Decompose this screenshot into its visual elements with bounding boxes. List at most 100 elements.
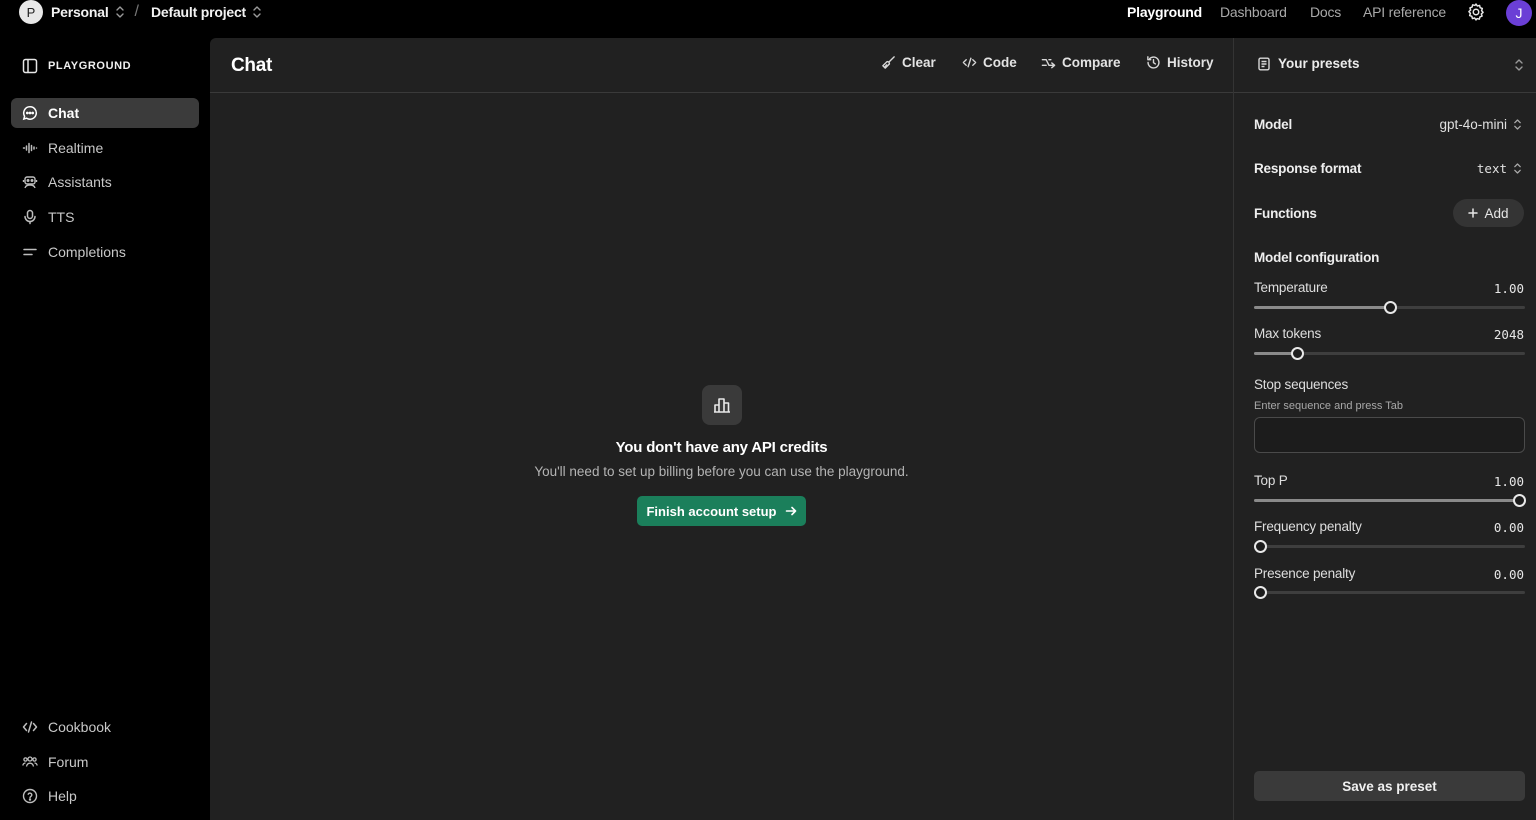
slider-thumb[interactable]: [1254, 586, 1267, 599]
response-format-label: Response format: [1254, 161, 1362, 176]
stop-sequences-hint: Enter sequence and press Tab: [1254, 400, 1404, 412]
presence-penalty-slider[interactable]: [1254, 586, 1525, 599]
sidebar-item-label: Assistants: [48, 174, 112, 190]
sidebar-item-completions[interactable]: Completions: [11, 237, 199, 267]
max-tokens-slider[interactable]: [1254, 347, 1525, 360]
history-icon: [1146, 55, 1161, 70]
sidebar-toggle-icon[interactable]: [22, 58, 38, 74]
page-title: Chat: [231, 55, 273, 76]
save-as-preset-button[interactable]: Save as preset: [1254, 771, 1525, 801]
sidebar-item-label: Cookbook: [48, 719, 112, 735]
sidebar-item-label: TTS: [48, 209, 75, 225]
frequency-penalty-slider[interactable]: [1254, 540, 1525, 553]
bar-chart-icon: [712, 395, 732, 415]
plus-icon: [1468, 208, 1479, 218]
model-configuration-heading: Model configuration: [1254, 250, 1380, 265]
document-icon: [1257, 57, 1271, 71]
model-label: Model: [1254, 117, 1292, 132]
slider-thumb[interactable]: [1513, 494, 1526, 507]
sidebar-item-tts[interactable]: TTS: [11, 202, 199, 232]
chevron-up-down-icon[interactable]: [115, 5, 125, 19]
people-icon: [22, 754, 38, 770]
audio-wave-icon: [22, 140, 38, 156]
slider-fill: [1254, 306, 1390, 309]
stop-sequences-input[interactable]: [1254, 417, 1525, 453]
empty-state-icon-box: [701, 385, 742, 425]
presence-penalty-value[interactable]: 0.00: [1494, 567, 1524, 582]
max-tokens-value[interactable]: 2048: [1494, 327, 1524, 342]
slider-thumb[interactable]: [1383, 301, 1397, 314]
max-tokens-label: Max tokens: [1254, 326, 1322, 341]
presets-selector[interactable]: Your presets: [1257, 56, 1360, 71]
top-p-value[interactable]: 1.00: [1494, 474, 1524, 489]
sidebar-item-forum[interactable]: Forum: [11, 747, 199, 777]
chat-bubble-icon: [22, 105, 38, 121]
sidebar-item-realtime[interactable]: Realtime: [11, 133, 199, 163]
functions-label: Functions: [1254, 206, 1317, 221]
arrow-right-icon: [785, 505, 797, 517]
breadcrumb-separator: /: [134, 3, 139, 20]
chevron-up-down-icon: [1513, 118, 1522, 131]
sidebar-item-label: Forum: [48, 754, 89, 770]
chevron-up-down-icon[interactable]: [252, 5, 262, 19]
frequency-penalty-label: Frequency penalty: [1254, 519, 1362, 534]
lines-icon: [22, 244, 38, 260]
sidebar-item-label: Realtime: [48, 140, 104, 156]
main-panel: Chat Clear Code Compare History You don'…: [210, 38, 1233, 820]
slider-fill: [1254, 499, 1519, 502]
sidebar-item-label: Completions: [48, 244, 126, 260]
presence-penalty-label: Presence penalty: [1254, 566, 1356, 581]
slider-thumb[interactable]: [1254, 540, 1267, 553]
code-icon: [22, 719, 38, 735]
microphone-icon: [22, 209, 38, 225]
slider-track: [1254, 591, 1525, 594]
model-select[interactable]: gpt-4o-mini: [1439, 117, 1522, 132]
slider-track: [1254, 545, 1525, 548]
stop-sequences-label: Stop sequences: [1254, 377, 1349, 392]
code-icon: [962, 55, 977, 70]
sidebar-title: PLAYGROUND: [48, 60, 132, 72]
sidebar-header: PLAYGROUND: [22, 58, 131, 74]
empty-state-subtitle: You'll need to set up billing before you…: [534, 464, 909, 479]
breadcrumb: P Personal / Default project: [19, 0, 262, 24]
presets-header: Your presets: [1234, 38, 1536, 93]
clear-button[interactable]: Clear: [881, 55, 936, 70]
empty-state-title: You don't have any API credits: [615, 439, 828, 456]
sidebar-item-label: Chat: [48, 105, 80, 121]
robot-icon: [22, 174, 38, 190]
sidebar-item-label: Help: [48, 788, 77, 804]
nav-api-reference[interactable]: API reference: [1363, 4, 1446, 20]
nav-dashboard[interactable]: Dashboard: [1220, 4, 1287, 20]
empty-state: You don't have any API credits You'll ne…: [210, 385, 1233, 526]
org-avatar[interactable]: P: [19, 0, 43, 24]
top-p-label: Top P: [1254, 473, 1288, 488]
sidebar-item-help[interactable]: Help: [11, 781, 199, 811]
main-header: Chat Clear Code Compare History: [210, 38, 1233, 93]
nav-playground[interactable]: Playground: [1127, 4, 1202, 20]
settings-panel: Your presets Model gpt-4o-mini Response …: [1233, 38, 1536, 820]
project-selector[interactable]: Default project: [151, 4, 246, 20]
compare-icon: [1041, 55, 1056, 70]
temperature-value[interactable]: 1.00: [1494, 281, 1524, 296]
org-selector[interactable]: Personal: [51, 4, 109, 20]
user-avatar[interactable]: J: [1506, 0, 1532, 26]
code-button[interactable]: Code: [962, 55, 1017, 70]
nav-docs[interactable]: Docs: [1310, 4, 1341, 20]
finish-account-setup-button[interactable]: Finish account setup: [637, 496, 806, 526]
history-button[interactable]: History: [1146, 55, 1214, 70]
chevron-up-down-icon[interactable]: [1514, 58, 1524, 72]
sidebar-item-chat[interactable]: Chat: [11, 98, 199, 128]
response-format-select[interactable]: text: [1477, 161, 1522, 176]
frequency-penalty-value[interactable]: 0.00: [1494, 520, 1524, 535]
temperature-slider[interactable]: [1254, 301, 1525, 314]
slider-thumb[interactable]: [1291, 347, 1305, 360]
compare-button[interactable]: Compare: [1041, 55, 1121, 70]
add-function-button[interactable]: Add: [1453, 199, 1524, 227]
help-circle-icon: [22, 788, 38, 804]
sidebar-item-cookbook[interactable]: Cookbook: [11, 712, 199, 742]
sidebar-item-assistants[interactable]: Assistants: [11, 167, 199, 197]
gear-icon[interactable]: [1466, 2, 1486, 22]
chevron-up-down-icon: [1513, 162, 1522, 175]
top-p-slider[interactable]: [1254, 494, 1526, 507]
sidebar: PLAYGROUND Chat Realtime Assistants TTS …: [0, 38, 210, 820]
